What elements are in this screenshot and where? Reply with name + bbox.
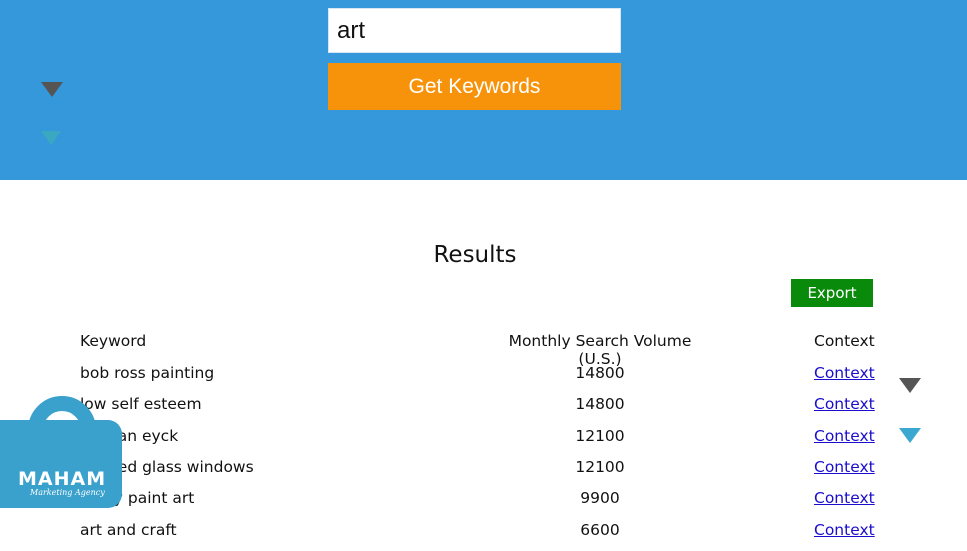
get-keywords-button[interactable]: Get Keywords: [328, 63, 621, 110]
volume-cell: 9900: [580, 489, 620, 508]
volume-cell: 12100: [575, 457, 625, 476]
column-header-context: Context: [814, 332, 875, 350]
table-header: Keyword Monthly Search Volume (U.S.) Con…: [0, 332, 967, 368]
volume-cell: 12100: [575, 426, 625, 445]
export-button[interactable]: Export: [791, 279, 873, 307]
table-row: low self esteem 14800 Context: [0, 395, 967, 425]
triangle-down-icon: [41, 82, 63, 97]
context-link[interactable]: Context: [814, 458, 875, 476]
keyword-cell: bob ross painting: [80, 364, 215, 382]
table-row: spray paint art 9900 Context: [0, 489, 967, 519]
triangle-down-icon: [41, 131, 61, 145]
table-row: art and craft 6600 Context: [0, 521, 967, 551]
volume-cell: 14800: [575, 395, 625, 414]
header-bar: Get Keywords: [0, 0, 967, 180]
triangle-down-icon: [899, 428, 921, 443]
keyword-cell: low self esteem: [80, 395, 202, 414]
column-header-volume: Monthly Search Volume (U.S.): [508, 332, 692, 368]
volume-cell: 6600: [580, 520, 620, 539]
context-link[interactable]: Context: [814, 364, 875, 382]
logo-tagline: Marketing Agency: [30, 488, 105, 497]
keyword-cell: art and craft: [80, 520, 177, 539]
volume-cell: 14800: [575, 364, 625, 382]
context-link[interactable]: Context: [814, 427, 875, 445]
logo-brand: MAHAM: [18, 468, 107, 490]
context-link[interactable]: Context: [814, 395, 875, 413]
table-row: bob ross painting 14800 Context: [0, 364, 967, 394]
keyword-search-input[interactable]: [328, 8, 621, 53]
column-header-keyword: Keyword: [80, 332, 147, 350]
triangle-down-icon: [899, 378, 921, 393]
results-title: Results: [433, 242, 517, 268]
table-row: jan van eyck 12100 Context: [0, 427, 967, 457]
table-row: stained glass windows 12100 Context: [0, 458, 967, 488]
logo-ring-icon: [28, 396, 96, 464]
context-link[interactable]: Context: [814, 489, 875, 507]
context-link[interactable]: Context: [814, 521, 875, 539]
